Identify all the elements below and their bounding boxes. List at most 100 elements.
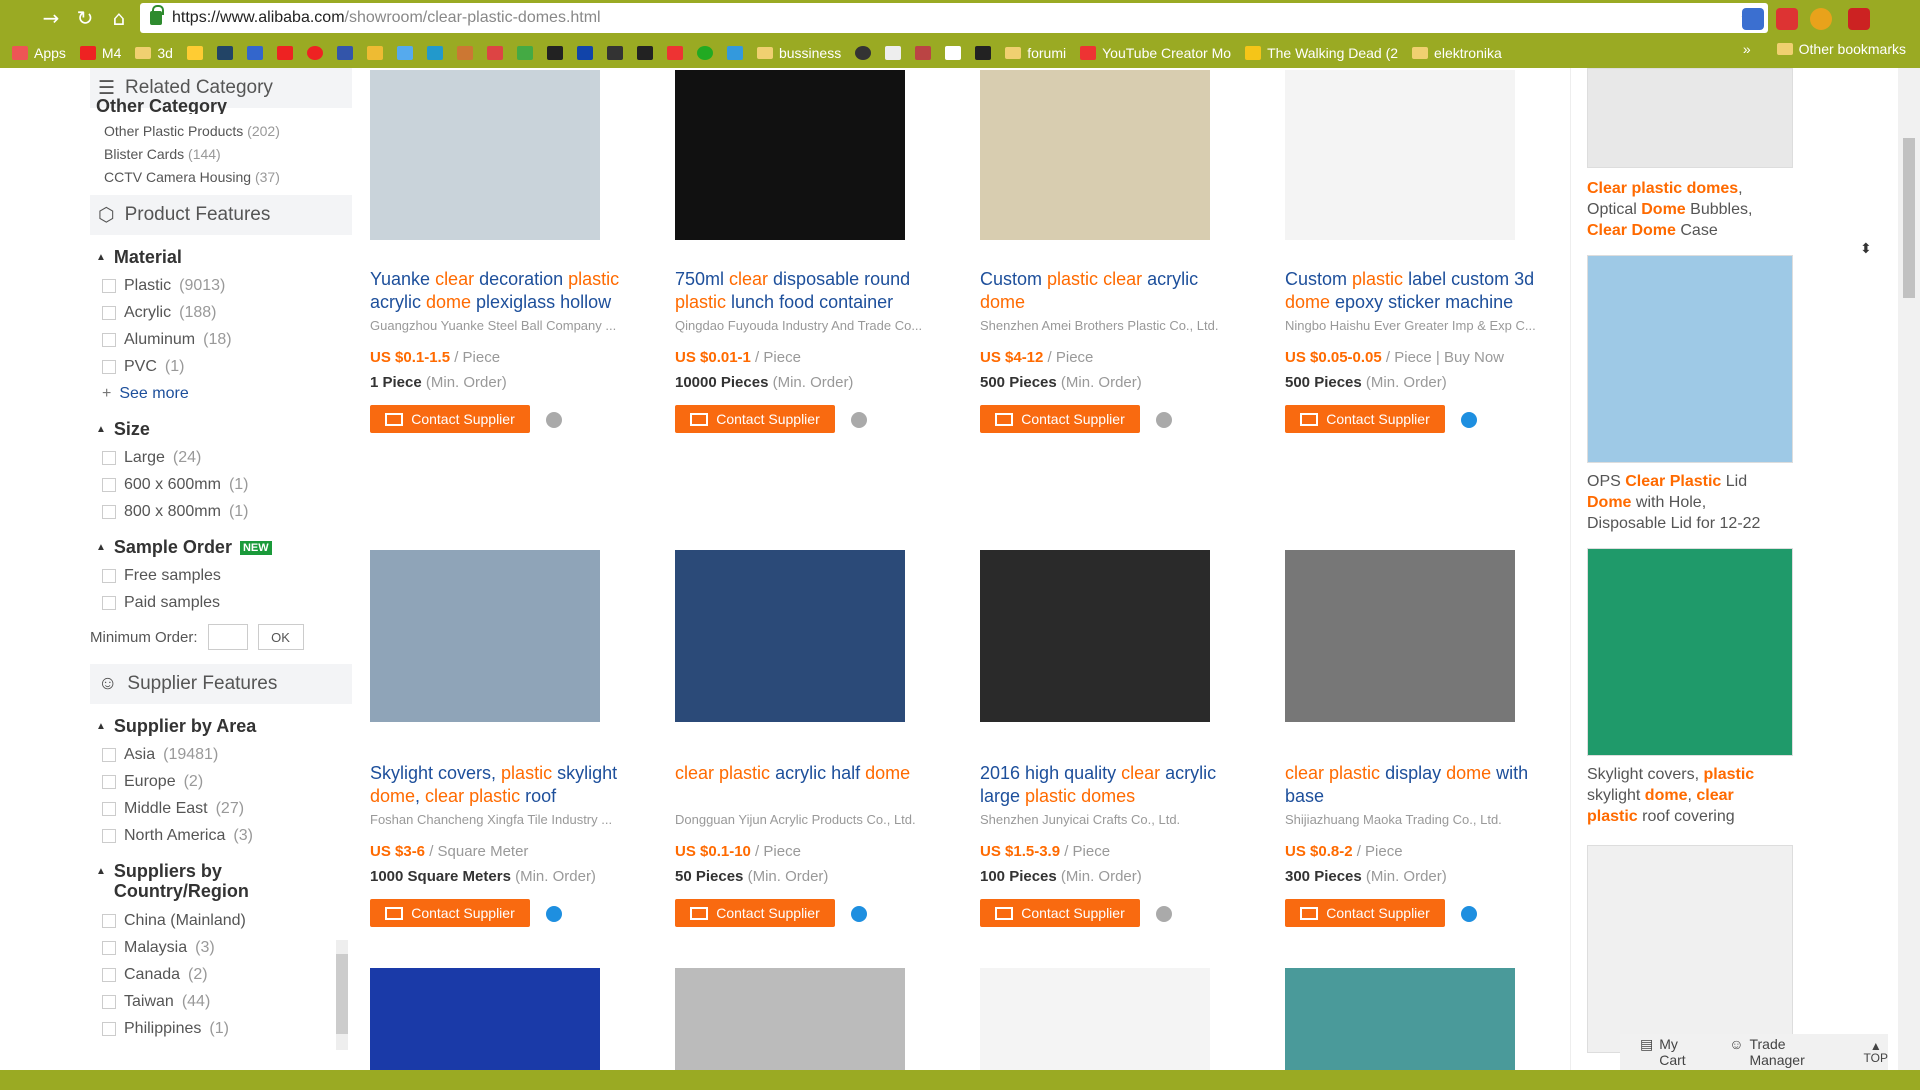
bookmark-icon[interactable]	[576, 46, 593, 60]
more-bookmarks-icon[interactable]: »	[1743, 41, 1751, 57]
bookmark-icon[interactable]	[186, 46, 203, 60]
bookmark-icon[interactable]	[726, 46, 743, 60]
bookmark-icon[interactable]	[396, 46, 413, 60]
extension-icon[interactable]	[1810, 8, 1832, 30]
recommended-title-link[interactable]: OPS Clear Plastic Lid Dome with Hole, Di…	[1587, 471, 1787, 534]
product-image[interactable]	[370, 550, 600, 722]
address-bar[interactable]: https://www.alibaba.com/showroom/clear-p…	[140, 3, 1768, 33]
supplier-name-link[interactable]: Shenzhen Amei Brothers Plastic Co., Ltd.	[980, 318, 1238, 333]
product-image[interactable]	[370, 968, 600, 1070]
other-bookmarks[interactable]: » Other bookmarks	[1743, 41, 1906, 57]
back-to-top-button[interactable]: ▲ TOP	[1864, 1040, 1888, 1064]
contact-supplier-button[interactable]: Contact Supplier	[675, 405, 867, 433]
filter-checkbox-item[interactable]: Canada (2)	[90, 961, 352, 988]
product-card[interactable]: 2016 high quality clear acrylic large pl…	[980, 520, 1245, 927]
filter-checkbox-item[interactable]: Large (24)	[90, 444, 352, 471]
bookmark-icon[interactable]	[276, 46, 293, 60]
product-title-link[interactable]: clear plastic display dome with base	[1285, 762, 1550, 808]
bookmark-icon[interactable]	[606, 46, 623, 60]
bookmark-icon[interactable]	[945, 46, 962, 60]
supplier-name-link[interactable]: Qingdao Fuyouda Industry And Trade Co...	[675, 318, 933, 333]
chat-status-icon[interactable]	[1461, 906, 1477, 922]
product-card[interactable]: 750ml clear disposable round plastic lun…	[675, 70, 940, 433]
country-section[interactable]: ▲ Suppliers by Country/Region	[90, 861, 352, 901]
bookmark-icon[interactable]	[546, 46, 563, 60]
home-icon[interactable]: ⌂	[106, 6, 132, 30]
checkbox[interactable]	[102, 940, 116, 955]
contact-supplier-button[interactable]: Contact Supplier	[980, 405, 1172, 433]
contact-supplier-button[interactable]: Contact Supplier	[370, 405, 562, 433]
product-image[interactable]	[370, 70, 600, 240]
filter-checkbox-item[interactable]: Taiwan (44)	[90, 988, 352, 1015]
bookmark-icon[interactable]	[516, 46, 533, 60]
chat-status-icon[interactable]	[851, 412, 867, 428]
bookmark-3d[interactable]: 3d	[135, 45, 173, 61]
filter-checkbox-item[interactable]: Asia (19481)	[90, 741, 352, 768]
other-category-item[interactable]: Blister Cards (144)	[90, 143, 352, 166]
product-image[interactable]	[675, 550, 905, 722]
recommended-image[interactable]	[1587, 255, 1793, 463]
extension-icon[interactable]	[1848, 8, 1870, 30]
material-section[interactable]: ▲ Material	[90, 247, 352, 268]
product-image[interactable]	[675, 70, 905, 240]
filter-checkbox-item[interactable]: Paid samples	[90, 589, 352, 616]
bookmark-icon[interactable]	[426, 46, 443, 60]
chat-status-icon[interactable]	[546, 906, 562, 922]
contact-supplier-button[interactable]: Contact Supplier	[675, 899, 867, 927]
recommended-image[interactable]	[1587, 845, 1793, 1053]
product-card[interactable]: Custom plastic label custom 3d dome epox…	[1285, 70, 1550, 433]
chat-status-icon[interactable]	[546, 412, 562, 428]
filter-checkbox-item[interactable]: 800 x 800mm (1)	[90, 498, 352, 525]
filter-checkbox-item[interactable]: China (Mainland)	[90, 907, 352, 934]
filter-checkbox-item[interactable]: Europe (2)	[90, 768, 352, 795]
checkbox[interactable]	[102, 1021, 116, 1036]
filter-checkbox-item[interactable]: Free samples	[90, 562, 352, 589]
bookmark-icon[interactable]	[975, 46, 992, 60]
bookmark-icon[interactable]	[366, 46, 383, 60]
reload-icon[interactable]: ↻	[72, 6, 98, 30]
product-image[interactable]	[675, 968, 905, 1070]
bookmark-apps[interactable]: Apps	[12, 45, 66, 61]
checkbox[interactable]	[102, 828, 116, 843]
bookmark-youtube-creator[interactable]: YouTube Creator Mo	[1080, 45, 1231, 61]
checkbox[interactable]	[102, 359, 116, 374]
bookmark-icon[interactable]	[696, 46, 713, 60]
chat-status-icon[interactable]	[851, 906, 867, 922]
checkbox[interactable]	[102, 568, 116, 583]
product-title-link[interactable]: clear plastic acrylic half dome	[675, 762, 940, 808]
recommended-image[interactable]	[1587, 68, 1793, 168]
filter-checkbox-item[interactable]: Acrylic (188)	[90, 299, 352, 326]
product-image[interactable]	[980, 968, 1210, 1070]
product-title-link[interactable]: Yuanke clear decoration plastic acrylic …	[370, 268, 635, 314]
filter-checkbox-item[interactable]: Plastic (9013)	[90, 272, 352, 299]
bookmark-icon[interactable]	[636, 46, 653, 60]
other-category-item[interactable]: Other Plastic Products (202)	[90, 120, 352, 143]
filter-checkbox-item[interactable]: Aluminum (18)	[90, 326, 352, 353]
my-cart-button[interactable]: ▤ My Cart	[1640, 1036, 1705, 1068]
checkbox[interactable]	[102, 774, 116, 789]
recommended-title-link[interactable]: Skylight covers, plastic skylight dome, …	[1587, 764, 1787, 827]
checkbox[interactable]	[102, 967, 116, 982]
checkbox[interactable]	[102, 801, 116, 816]
contact-supplier-button[interactable]: Contact Supplier	[370, 899, 562, 927]
checkbox[interactable]	[102, 450, 116, 465]
supplier-name-link[interactable]: Foshan Chancheng Xingfa Tile Industry ..…	[370, 812, 628, 827]
chat-status-icon[interactable]	[1461, 412, 1477, 428]
checkbox[interactable]	[102, 913, 116, 928]
contact-supplier-button[interactable]: Contact Supplier	[1285, 405, 1477, 433]
contact-supplier-button[interactable]: Contact Supplier	[1285, 899, 1477, 927]
product-card[interactable]: clear plastic display dome with base Shij…	[1285, 520, 1550, 927]
checkbox[interactable]	[102, 278, 116, 293]
min-order-input[interactable]	[207, 624, 248, 650]
bookmark-icon[interactable]	[666, 46, 683, 60]
filter-checkbox-item[interactable]: Middle East (27)	[90, 795, 352, 822]
product-title-link[interactable]: Skylight covers, plastic skylight dome, …	[370, 762, 635, 808]
other-category-item[interactable]: CCTV Camera Housing (37)	[90, 166, 352, 189]
checkbox[interactable]	[102, 595, 116, 610]
contact-supplier-button[interactable]: Contact Supplier	[980, 899, 1172, 927]
bookmark-icon[interactable]	[216, 46, 233, 60]
checkbox[interactable]	[102, 747, 116, 762]
facebook-icon[interactable]	[336, 46, 353, 60]
extension-icon[interactable]	[1776, 8, 1798, 30]
forward-icon[interactable]: →	[38, 6, 64, 30]
